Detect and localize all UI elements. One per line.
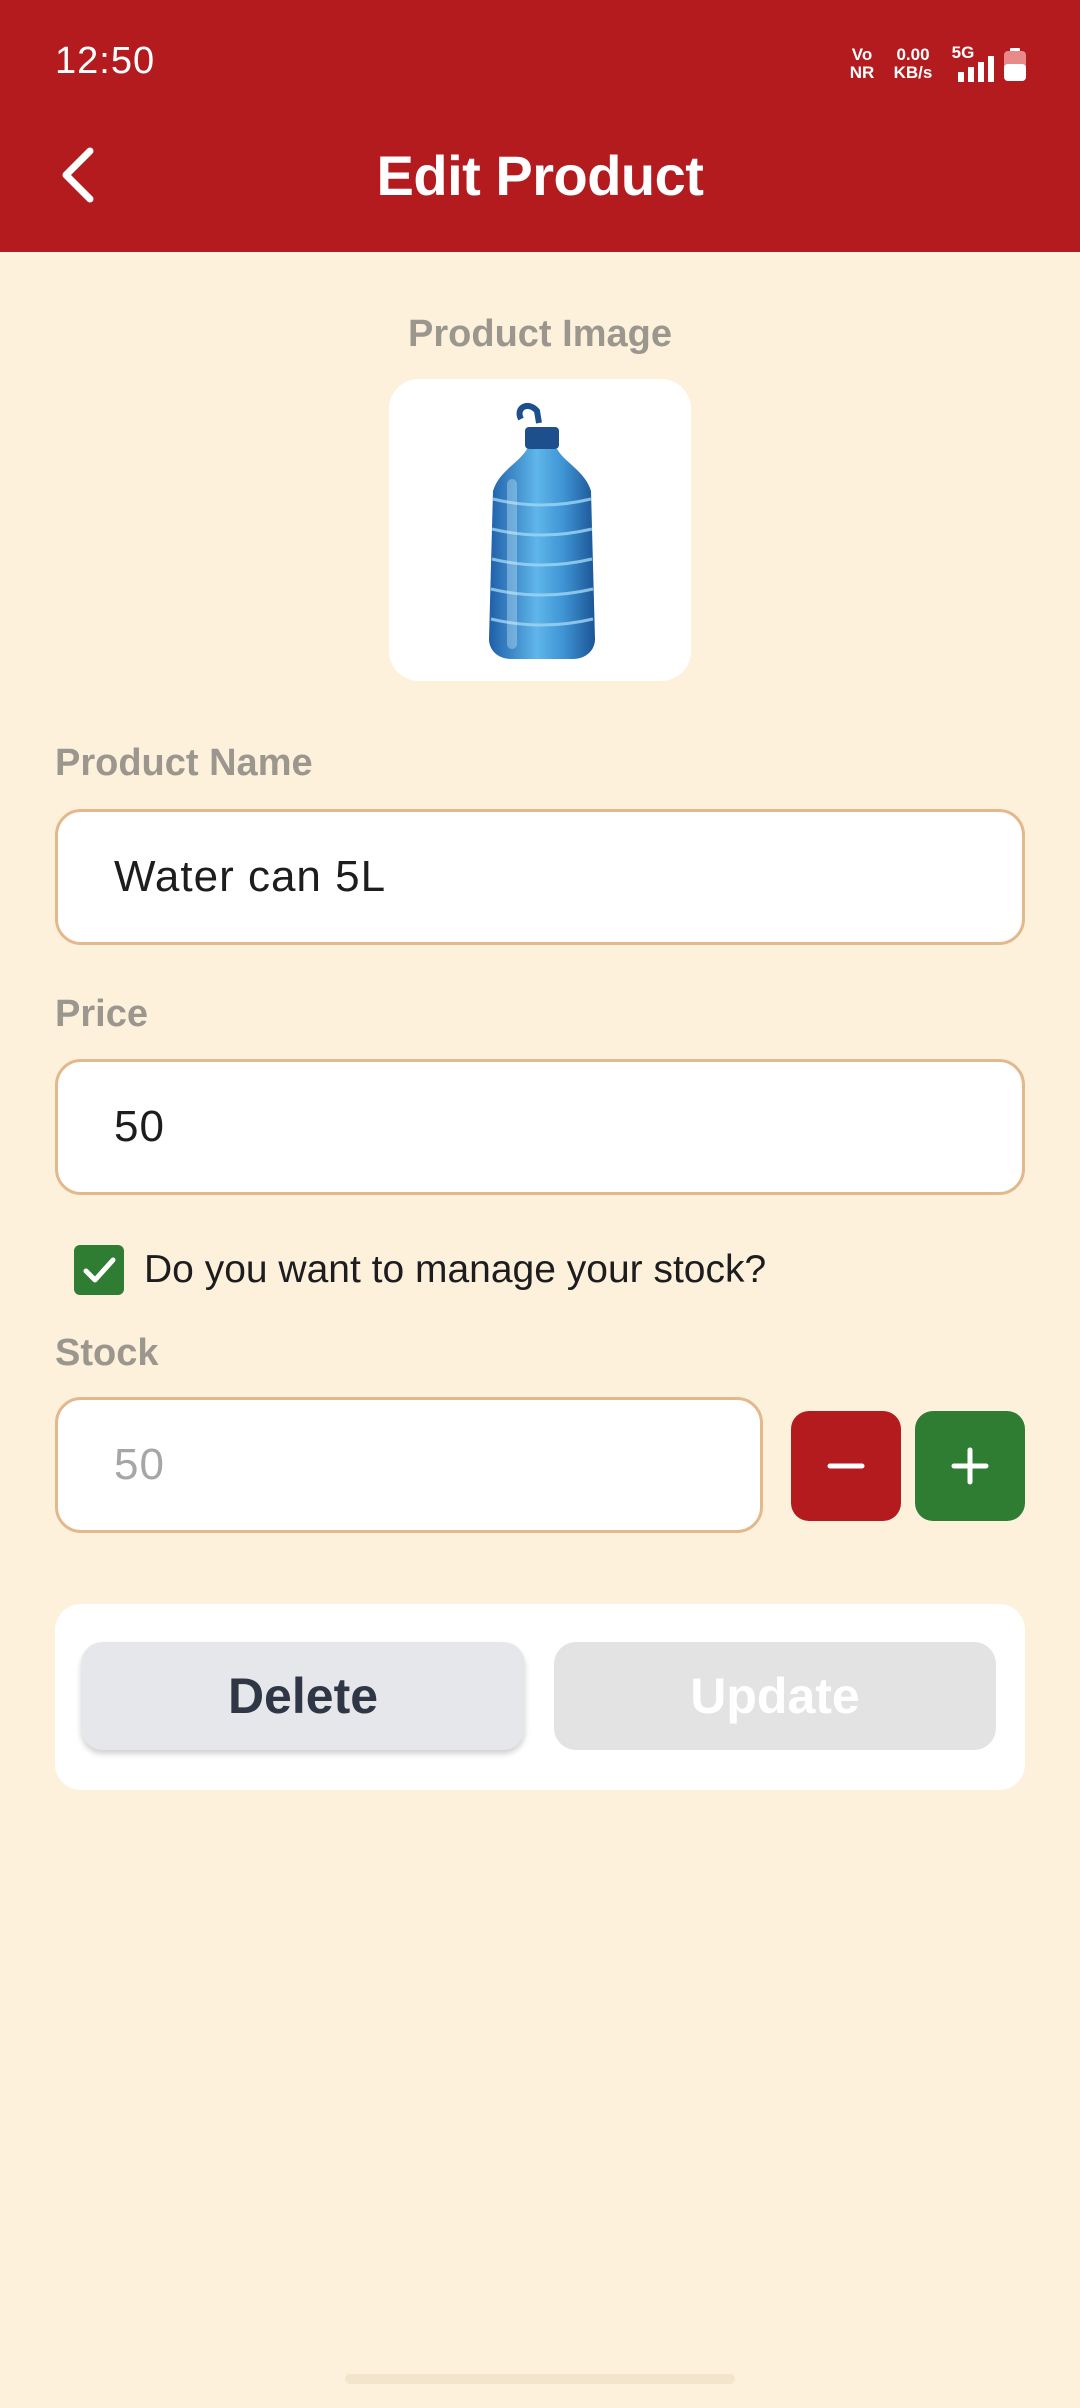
app-bar: 12:50 Vo NR 0.00 KB/s 5G Edit Product [0, 0, 1080, 252]
stock-label: Stock [55, 1332, 159, 1374]
net-speed-value: 0.00 [896, 45, 930, 64]
minus-icon [827, 1463, 865, 1469]
price-input[interactable]: 50 [55, 1059, 1025, 1195]
net-speed-unit: KB/s [893, 63, 933, 82]
delete-button[interactable]: Delete [81, 1642, 525, 1750]
home-indicator[interactable] [345, 2374, 735, 2384]
signal-icon [958, 56, 994, 82]
update-button[interactable]: Update [554, 1642, 996, 1750]
status-time: 12:50 [55, 40, 156, 82]
water-bottle-image [489, 402, 595, 659]
product-image-label: Product Image [408, 313, 672, 355]
increase-stock-button[interactable] [915, 1411, 1025, 1521]
decrease-stock-button[interactable] [791, 1411, 901, 1521]
network-type-line1: Vo [851, 45, 873, 64]
plus-icon [951, 1447, 989, 1485]
network-type-line2: NR [849, 63, 875, 82]
checkmark-icon [83, 1257, 116, 1283]
stock-placeholder: 50 [114, 1440, 165, 1489]
product-name-label: Product Name [55, 742, 313, 784]
product-name-input[interactable]: Water can 5L [55, 809, 1025, 945]
product-image-card[interactable] [389, 379, 691, 681]
product-name-value: Water can 5L [114, 852, 387, 901]
page-title: Edit Product [376, 144, 704, 207]
manage-stock-label: Do you want to manage your stock? [144, 1248, 767, 1291]
stock-input[interactable]: 50 [55, 1397, 763, 1533]
price-value: 50 [114, 1102, 165, 1151]
battery-icon [1004, 48, 1026, 81]
manage-stock-row[interactable]: Do you want to manage your stock? [74, 1244, 766, 1296]
price-label: Price [55, 993, 148, 1035]
manage-stock-checkbox[interactable] [74, 1245, 124, 1295]
action-card: Delete Update [55, 1604, 1025, 1790]
